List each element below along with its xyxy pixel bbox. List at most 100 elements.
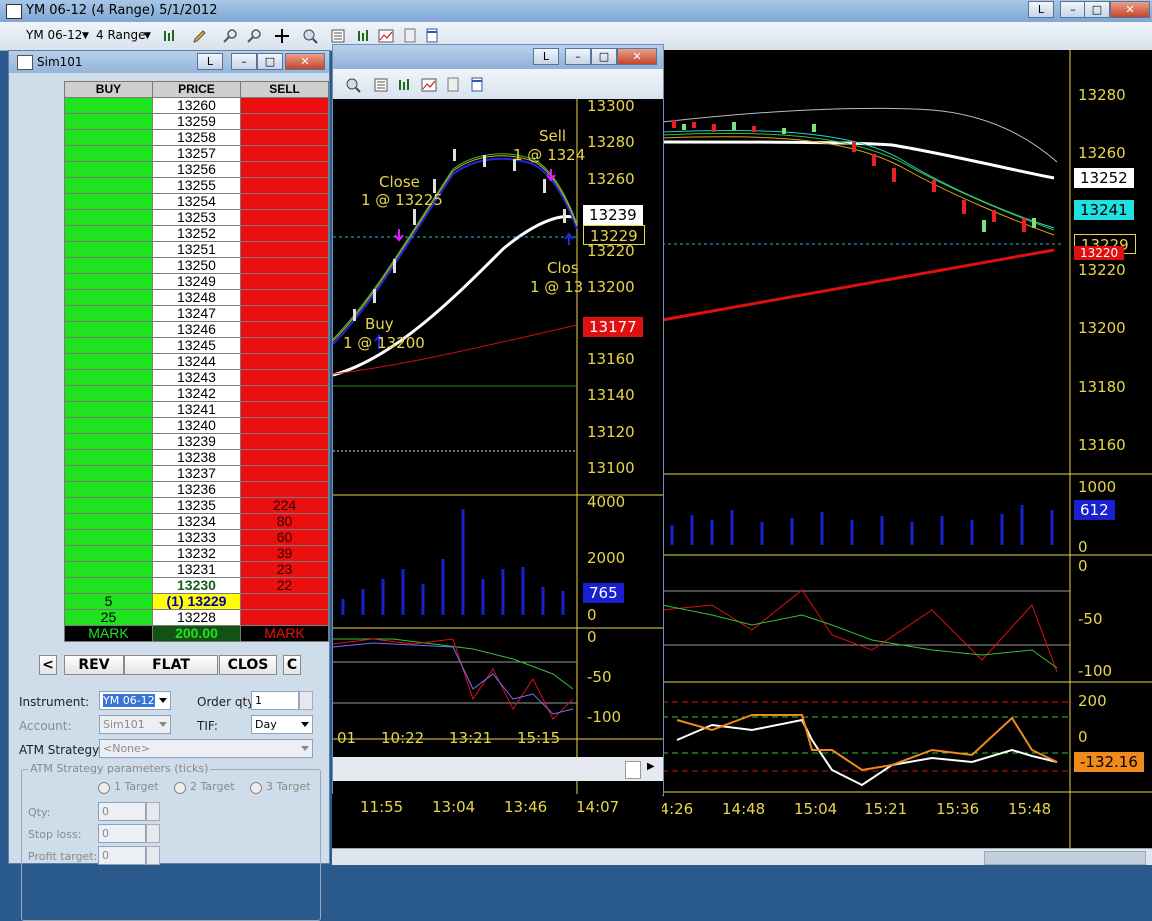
price-cell[interactable]: 13250 (151, 257, 242, 274)
buy-cell[interactable] (64, 321, 153, 338)
inner-close-button[interactable]: ✕ (617, 48, 657, 65)
price-cell[interactable]: 13251 (151, 241, 242, 258)
sell-cell[interactable] (240, 593, 329, 610)
price-cell[interactable]: 13230 (151, 577, 242, 594)
strategy-icon[interactable] (397, 77, 413, 93)
buy-cell[interactable] (64, 545, 153, 562)
buy-cell[interactable] (64, 353, 153, 370)
order-qty-stepper[interactable] (299, 691, 313, 710)
scrollbar-thumb[interactable] (625, 761, 641, 779)
sell-cell[interactable] (240, 465, 329, 482)
stop-loss-input[interactable]: 0 (98, 824, 146, 843)
buy-cell[interactable] (64, 417, 153, 434)
buy-cell[interactable] (64, 113, 153, 130)
draw-pencil-icon[interactable] (192, 28, 208, 44)
buy-cell[interactable] (64, 273, 153, 290)
sell-cell[interactable]: 39 (240, 545, 329, 562)
buy-cell[interactable] (64, 449, 153, 466)
horizontal-scrollbar[interactable] (332, 848, 1152, 865)
price-cell[interactable]: 13245 (151, 337, 242, 354)
sell-cell[interactable] (240, 273, 329, 290)
stop-loss-stepper[interactable] (146, 824, 160, 843)
sell-cell[interactable] (240, 305, 329, 322)
inner-link-button[interactable]: L (533, 48, 559, 65)
sell-cell[interactable] (240, 353, 329, 370)
price-cell[interactable]: 13252 (151, 225, 242, 242)
crosshair-icon[interactable] (274, 28, 290, 44)
sell-cell[interactable] (240, 257, 329, 274)
price-cell[interactable]: 13259 (151, 113, 242, 130)
price-cell[interactable]: 13240 (151, 417, 242, 434)
sell-cell[interactable] (240, 193, 329, 210)
buy-cell[interactable] (64, 129, 153, 146)
sell-cell[interactable]: 224 (240, 497, 329, 514)
price-cell[interactable]: (1) 13229 (151, 593, 242, 610)
close-position-button[interactable]: CLOS (219, 655, 277, 675)
price-cell[interactable]: 13260 (151, 97, 242, 114)
sell-cell[interactable] (240, 113, 329, 130)
cancel-orders-button[interactable]: C (283, 655, 301, 675)
buy-cell[interactable] (64, 225, 153, 242)
inner-maximize-button[interactable]: □ (591, 48, 617, 65)
price-cell[interactable]: 13244 (151, 353, 242, 370)
properties-icon[interactable] (373, 77, 389, 93)
chevron-down-icon[interactable]: ▼ (144, 31, 151, 41)
buy-cell[interactable] (64, 369, 153, 386)
buy-cell[interactable] (64, 177, 153, 194)
sell-cell[interactable] (240, 241, 329, 258)
buy-cell[interactable] (64, 385, 153, 402)
chevron-down-icon[interactable]: ▼ (82, 31, 89, 41)
minimize-button[interactable]: – (1060, 1, 1086, 18)
price-cell[interactable]: 13231 (151, 561, 242, 578)
inner-minimize-button[interactable]: – (565, 48, 591, 65)
buy-cell[interactable] (64, 193, 153, 210)
price-cell[interactable]: 13249 (151, 273, 242, 290)
buy-cell[interactable] (64, 209, 153, 226)
price-cell[interactable]: 13253 (151, 209, 242, 226)
search-icon[interactable] (345, 77, 361, 93)
target3-radio[interactable] (250, 782, 262, 794)
buy-cell[interactable] (64, 161, 153, 178)
inner-horizontal-scrollbar[interactable]: ▶ (333, 757, 663, 781)
template-icon[interactable] (469, 77, 485, 93)
sell-cell[interactable] (240, 321, 329, 338)
account-dropdown[interactable]: Sim101 (99, 715, 171, 734)
sell-cell[interactable] (240, 417, 329, 434)
scroll-left-button[interactable]: < (39, 655, 57, 675)
buy-cell[interactable] (64, 305, 153, 322)
strategy-icon[interactable] (356, 28, 372, 44)
buy-cell[interactable]: 5 (64, 593, 153, 610)
price-cell[interactable]: 13246 (151, 321, 242, 338)
target2-radio[interactable] (174, 782, 186, 794)
sell-cell[interactable] (240, 481, 329, 498)
price-cell[interactable]: 13247 (151, 305, 242, 322)
sell-cell[interactable] (240, 97, 329, 114)
price-cell[interactable]: 13232 (151, 545, 242, 562)
period-selector[interactable]: 4 Range (96, 28, 145, 42)
profit-target-stepper[interactable] (146, 846, 160, 865)
reverse-button[interactable]: REV (64, 655, 124, 675)
price-cell[interactable]: 13243 (151, 369, 242, 386)
indicator-icon[interactable] (378, 28, 394, 44)
price-cell[interactable]: 13239 (151, 433, 242, 450)
price-cell[interactable]: 13233 (151, 529, 242, 546)
copy-icon[interactable] (445, 77, 461, 93)
buy-cell[interactable] (64, 145, 153, 162)
buy-cell[interactable] (64, 577, 153, 594)
search-icon[interactable] (302, 28, 318, 44)
sell-cell[interactable] (240, 209, 329, 226)
zoom-in-icon[interactable] (222, 28, 238, 44)
buy-cell[interactable] (64, 289, 153, 306)
qty-input[interactable]: 0 (98, 802, 146, 821)
price-cell[interactable]: 13248 (151, 289, 242, 306)
price-cell[interactable]: 13242 (151, 385, 242, 402)
instrument-dropdown[interactable]: YM 06-12 (99, 691, 171, 710)
sell-cell[interactable] (240, 609, 329, 626)
buy-cell[interactable] (64, 97, 153, 114)
price-cell[interactable]: 13234 (151, 513, 242, 530)
sell-cell[interactable] (240, 337, 329, 354)
indicator-icon[interactable] (421, 77, 437, 93)
instrument-selector[interactable]: YM 06-12 (26, 28, 82, 42)
price-cell[interactable]: 13235 (151, 497, 242, 514)
buy-cell[interactable] (64, 257, 153, 274)
